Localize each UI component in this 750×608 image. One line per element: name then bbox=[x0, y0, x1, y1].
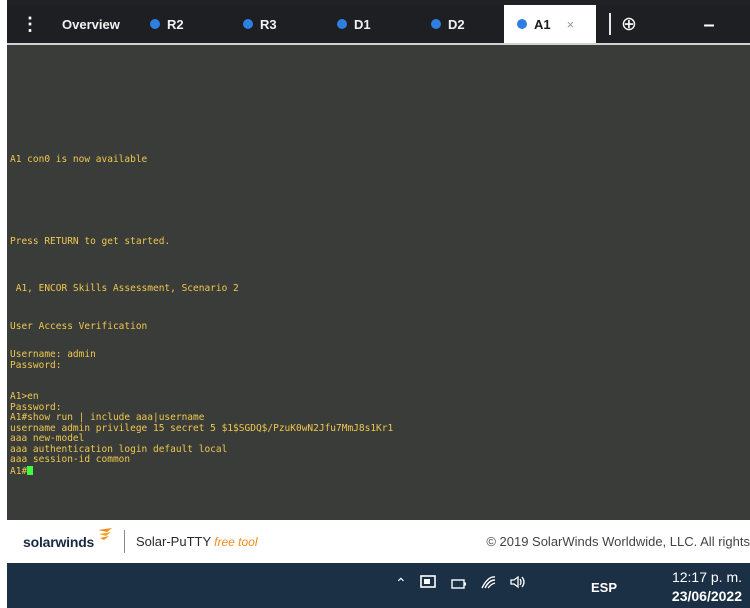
copyright-text: © 2019 SolarWinds Worldwide, LLC. All ri… bbox=[486, 534, 750, 549]
status-footer: solarwinds Solar-PuTTY free tool © 2019 S… bbox=[7, 520, 750, 563]
terminal-line: aaa new-model bbox=[10, 433, 85, 444]
terminal-line: A1>en bbox=[10, 391, 39, 402]
product-name: Solar-PuTTY free tool bbox=[136, 534, 258, 549]
tab-label: Overview bbox=[62, 16, 120, 32]
product-tag: free tool bbox=[214, 535, 258, 549]
footer-divider bbox=[124, 530, 125, 553]
menu-vertical-dots-icon[interactable]: ⋮ bbox=[11, 5, 49, 43]
tab-label: R2 bbox=[167, 16, 184, 32]
tab-r3[interactable]: R3 bbox=[230, 5, 324, 43]
terminal-prompt: A1# bbox=[10, 466, 28, 477]
terminal-panel[interactable]: A1 con0 is now available Press RETURN to… bbox=[7, 43, 750, 520]
close-icon[interactable]: × bbox=[567, 17, 575, 32]
tab-list: Overview R2 R3 D1 D2 A1 × bbox=[49, 5, 596, 43]
terminal-line: A1, ENCOR Skills Assessment, Scenario 2 bbox=[10, 283, 239, 294]
session-dot-icon bbox=[243, 19, 253, 29]
tab-divider bbox=[609, 13, 611, 35]
tab-label: D2 bbox=[448, 16, 465, 32]
product-title: Solar-PuTTY bbox=[136, 534, 212, 549]
tab-label: A1 bbox=[534, 16, 551, 32]
tab-overview[interactable]: Overview bbox=[49, 5, 137, 43]
terminal-line: aaa session-id common bbox=[10, 454, 131, 465]
tab-d2[interactable]: D2 bbox=[418, 5, 504, 43]
solarwinds-logo: solarwinds bbox=[23, 534, 95, 550]
session-dot-icon bbox=[337, 19, 347, 29]
session-dot-icon bbox=[517, 19, 527, 29]
terminal-output[interactable]: A1 con0 is now available Press RETURN to… bbox=[7, 45, 750, 520]
clock-time: 12:17 p. m. bbox=[671, 569, 742, 585]
tab-label: D1 bbox=[354, 16, 371, 32]
tab-label: R3 bbox=[260, 16, 277, 32]
system-tray: ⌃ bbox=[395, 575, 540, 592]
meet-now-icon[interactable] bbox=[419, 575, 438, 592]
terminal-prompt-line: A1# bbox=[10, 466, 34, 477]
volume-icon[interactable] bbox=[509, 575, 527, 592]
tab-bar: ⋮ Overview R2 R3 D1 D2 A1 × ⊕ – bbox=[7, 5, 750, 43]
text-cursor bbox=[27, 466, 34, 475]
terminal-line: User Access Verification bbox=[10, 321, 148, 332]
wifi-icon[interactable] bbox=[480, 575, 496, 592]
tab-d1[interactable]: D1 bbox=[324, 5, 418, 43]
terminal-line: Password: bbox=[10, 360, 62, 371]
session-dot-icon bbox=[431, 19, 441, 29]
taskbar-clock[interactable]: 12:17 p. m. 23/06/2022 bbox=[632, 568, 742, 606]
chevron-up-icon[interactable]: ⌃ bbox=[395, 575, 407, 592]
session-dot-icon bbox=[150, 19, 160, 29]
terminal-line: A1 con0 is now available bbox=[10, 154, 148, 165]
tab-r2[interactable]: R2 bbox=[137, 5, 230, 43]
tab-a1[interactable]: A1 × bbox=[504, 5, 596, 43]
solarwinds-flame-icon bbox=[98, 528, 112, 540]
battery-icon[interactable] bbox=[451, 576, 467, 592]
terminal-line: Press RETURN to get started. bbox=[10, 236, 171, 247]
language-indicator[interactable]: ESP bbox=[591, 580, 617, 595]
add-tab-icon[interactable]: ⊕ bbox=[618, 13, 640, 35]
windows-taskbar: ⌃ ESP 12:17 p. m. 23/06/2022 bbox=[7, 563, 750, 608]
terminal-line: Username: admin bbox=[10, 349, 96, 360]
solar-putty-window: ⋮ Overview R2 R3 D1 D2 A1 × ⊕ – A1 con0 … bbox=[7, 0, 750, 563]
minimize-icon[interactable]: – bbox=[697, 15, 721, 35]
clock-date: 23/06/2022 bbox=[671, 588, 742, 604]
terminal-line: A1#show run | include aaa|username bbox=[10, 412, 205, 423]
